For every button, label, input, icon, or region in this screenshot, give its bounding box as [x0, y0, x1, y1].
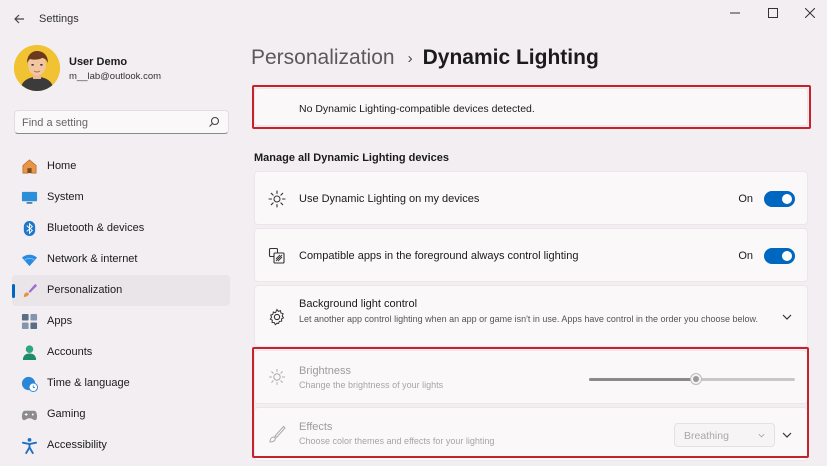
search-icon[interactable] [208, 116, 220, 128]
page-title: Dynamic Lighting [422, 46, 599, 69]
minimize-icon [730, 12, 740, 14]
breadcrumb-separator: › [407, 49, 413, 67]
app-title: Settings [39, 13, 79, 25]
active-indicator [12, 284, 15, 298]
avatar [14, 45, 60, 91]
row-title: Background light control [299, 298, 418, 310]
toggle-state-label: On [738, 250, 753, 262]
sidebar-nav: Home System Bluetooth & devices Network … [12, 151, 230, 461]
highlight-box-brightness-effects [252, 347, 809, 458]
sidebar-item-home[interactable]: Home [12, 151, 230, 182]
search-input[interactable] [22, 115, 202, 130]
sidebar-item-bluetooth[interactable]: Bluetooth & devices [12, 213, 230, 244]
maximize-button[interactable] [758, 4, 788, 24]
network-icon [21, 254, 38, 267]
foreground-apps-toggle[interactable] [764, 248, 795, 264]
breadcrumb: Personalization › Dynamic Lighting [251, 46, 599, 76]
sidebar-item-accessibility[interactable]: Accessibility [12, 430, 230, 461]
toggle-state-label: On [738, 193, 753, 205]
system-icon [21, 191, 38, 204]
bluetooth-icon [23, 220, 36, 237]
gamepad-icon [21, 410, 38, 421]
sidebar-item-label: System [47, 191, 84, 203]
accounts-icon [22, 345, 37, 361]
row-title: Use Dynamic Lighting on my devices [299, 193, 480, 205]
back-arrow-icon [14, 14, 24, 24]
sidebar-item-network[interactable]: Network & internet [12, 244, 230, 275]
home-icon [22, 159, 37, 174]
lighting-icon [268, 190, 286, 208]
maximize-icon [768, 8, 778, 18]
sidebar-item-apps[interactable]: Apps [12, 306, 230, 337]
sidebar-item-accounts[interactable]: Accounts [12, 337, 230, 368]
row-description: Let another app control lighting when an… [299, 314, 759, 324]
sidebar-item-label: Home [47, 160, 77, 172]
sidebar-item-label: Gaming [47, 408, 86, 420]
row-title: Compatible apps in the foreground always… [299, 250, 579, 262]
sidebar-item-time-language[interactable]: Time & language [12, 368, 230, 399]
sidebar-item-system[interactable]: System [12, 182, 230, 213]
breadcrumb-parent[interactable]: Personalization [251, 46, 395, 69]
sidebar-item-label: Accessibility [47, 439, 107, 451]
chevron-down-icon[interactable] [781, 311, 793, 323]
close-icon [804, 7, 816, 19]
search-box[interactable] [14, 110, 229, 134]
highlight-box-notice [252, 85, 811, 129]
minimize-button[interactable] [720, 4, 750, 24]
brush-icon [23, 283, 38, 298]
sidebar-item-label: Bluetooth & devices [47, 222, 145, 234]
apps-icon [21, 313, 38, 330]
back-button[interactable] [10, 10, 28, 28]
gear-icon [269, 308, 285, 326]
sidebar-item-gaming[interactable]: Gaming [12, 399, 230, 430]
apps-control-icon [268, 247, 285, 264]
accessibility-icon [21, 437, 38, 454]
sidebar-item-label: Accounts [47, 346, 93, 358]
sidebar-item-label: Network & internet [47, 253, 138, 265]
sidebar-item-label: Personalization [47, 284, 123, 296]
sidebar-item-label: Time & language [47, 377, 130, 389]
title-bar: Settings [0, 0, 827, 38]
sidebar-item-label: Apps [47, 315, 73, 327]
foreground-apps-row[interactable]: Compatible apps in the foreground always… [254, 228, 808, 282]
section-title: Manage all Dynamic Lighting devices [254, 152, 449, 164]
background-light-control-row[interactable]: Background light control Let another app… [254, 285, 808, 347]
user-email: m__lab@outlook.com [69, 71, 162, 82]
user-profile[interactable]: User Demo m__lab@outlook.com [14, 45, 224, 93]
use-dynamic-lighting-toggle[interactable] [764, 191, 795, 207]
close-button[interactable] [795, 4, 825, 24]
sidebar-item-personalization[interactable]: Personalization [12, 275, 230, 306]
globe-clock-icon [21, 376, 38, 392]
use-dynamic-lighting-row[interactable]: Use Dynamic Lighting on my devices On [254, 171, 808, 225]
user-name: User Demo [69, 56, 128, 68]
